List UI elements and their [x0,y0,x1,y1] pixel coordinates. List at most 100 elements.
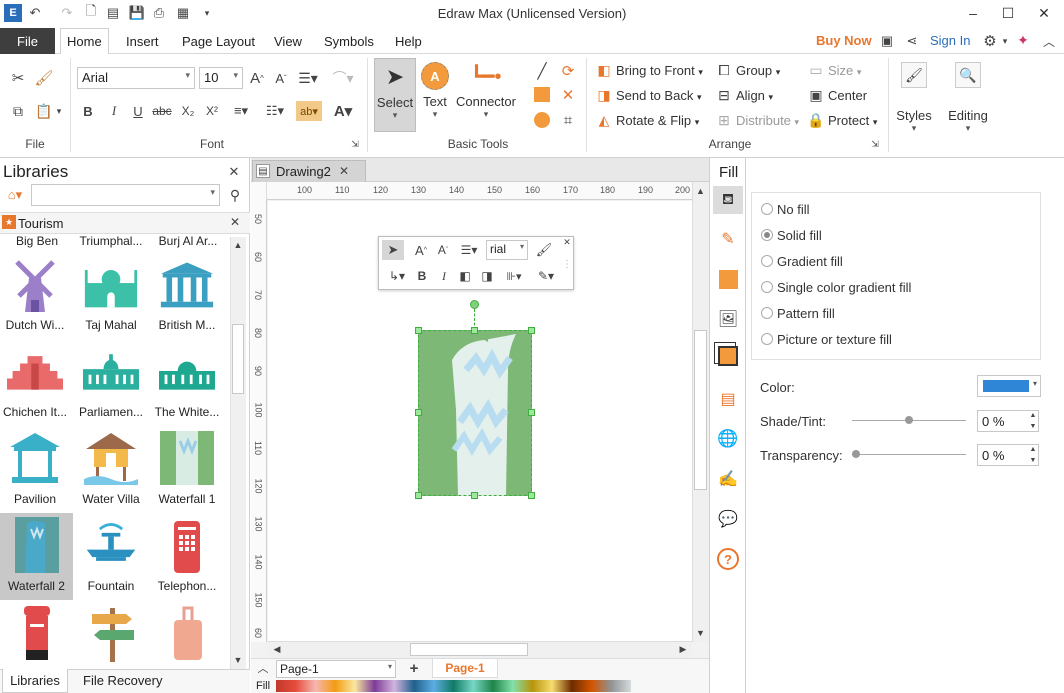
radio-solid-fill[interactable] [761,229,773,241]
shrink-font-icon[interactable]: Aˇ [434,240,452,260]
document-list-icon[interactable]: ▤ [715,386,741,412]
distribute-button[interactable]: Distribute ▾ [736,113,799,128]
pointer-icon[interactable]: ➤ [382,240,404,260]
fill-option-pattern-fill[interactable] [761,307,773,319]
library-shape-fountain[interactable]: Fountain [76,517,146,593]
library-shape-waterfall-1[interactable]: Waterfall 1 [152,430,222,506]
resize-handle[interactable] [415,327,422,334]
distribute-icon[interactable]: ⊪▾ [502,266,526,286]
line-tool-icon[interactable]: ╱ [532,62,552,80]
line-pen-icon[interactable]: ✎ [715,226,741,252]
center-button[interactable]: Center [828,88,867,103]
fill-option-no-fill[interactable] [761,203,773,215]
page-select[interactable]: Page-1 ▾ [276,660,396,678]
canvas-horizontal-scrollbar-thumb[interactable] [410,643,528,656]
library-shape-water-villa[interactable]: Water Villa [76,430,146,506]
rotate-flip-button[interactable]: Rotate & Flip ▾ [616,113,699,128]
cart-icon[interactable]: ▣ [878,32,896,50]
bring-to-front-button[interactable]: Bring to Front ▾ [616,63,703,78]
bold-icon[interactable]: B [80,101,96,121]
settings-gear-icon[interactable]: ⚙ [980,31,1000,51]
library-shape-signpost[interactable] [88,604,138,662]
library-shape-chichen-itza[interactable]: Chichen It... [0,343,70,419]
color-picker[interactable]: ▾ [977,375,1041,397]
fill-option-solid-fill[interactable] [761,229,773,241]
add-page-icon[interactable]: + [406,660,422,677]
group-icon[interactable]: ◧ [456,266,474,286]
scroll-up-icon[interactable]: ▲ [231,238,245,252]
arc-tool-icon[interactable]: ⟳ [558,62,578,80]
close-document-icon[interactable]: ✕ [338,164,350,178]
library-shape-white-house[interactable]: The White... [152,343,222,419]
tab-libraries[interactable]: Libraries [2,669,68,693]
font-size-select[interactable]: 10 ▾ [199,67,243,89]
strikethrough-icon[interactable]: abc [152,101,172,121]
minimize-icon[interactable]: – [955,2,991,24]
library-shape-parliament[interactable]: Parliamen... [76,343,146,419]
radio-single-color-gradient[interactable] [761,281,773,293]
library-scrollbar-thumb[interactable] [232,324,244,394]
scroll-down-icon[interactable]: ▼ [231,653,245,667]
size-button[interactable]: Size ▾ [828,63,861,78]
scroll-up-icon[interactable]: ▲ [693,184,708,198]
resize-handle[interactable] [471,327,478,334]
superscript-icon[interactable]: X² [204,101,220,121]
radio-gradient-fill[interactable] [761,255,773,267]
tab-page-layout[interactable]: Page Layout [176,28,261,54]
library-shape-mailbox[interactable] [20,604,54,662]
paste-icon[interactable]: 📋 [34,101,54,121]
resize-handle[interactable] [528,327,535,334]
library-shape-waterfall-2[interactable]: Waterfall 2 [0,513,73,600]
tab-home[interactable]: Home [60,28,109,55]
close-mini-toolbar-icon[interactable]: ✕ [562,237,572,247]
fill-option-picture-texture[interactable] [761,333,773,345]
library-shape-luggage[interactable] [172,604,204,662]
italic-icon[interactable]: I [436,266,452,286]
align-text-icon[interactable]: ☰▾ [297,68,319,88]
library-scrollbar[interactable] [230,237,246,669]
subscript-icon[interactable]: X₂ [180,101,196,121]
fill-bucket-icon[interactable]: ⛾ [713,186,743,214]
group-button[interactable]: Group ▾ [736,63,780,78]
scroll-left-icon[interactable]: ◀ [270,643,284,656]
crop-tool-icon[interactable]: ⌗ [558,111,578,129]
spin-down-icon[interactable]: ▼ [1026,455,1040,466]
fill-option-single-color-gradient[interactable] [761,281,773,293]
library-shape-dutch-windmill[interactable]: Dutch Wi... [0,256,70,332]
search-icon[interactable]: ⚲ [226,186,244,204]
arrange-dialog-launcher-icon[interactable]: ⇲ [870,139,880,149]
align-text-icon[interactable]: ☰▾ [457,240,481,260]
resize-handle[interactable] [528,492,535,499]
send-to-back-button[interactable]: Send to Back ▾ [616,88,701,103]
resize-handle[interactable] [528,409,535,416]
shadow-square-icon[interactable] [719,270,738,289]
collapse-up-icon[interactable]: ︿ [256,661,270,675]
shrink-font-icon[interactable]: Aˇ [272,68,290,88]
tab-help[interactable]: Help [389,28,428,54]
italic-icon[interactable]: I [106,101,122,121]
transparency-slider[interactable] [852,454,966,455]
grow-font-icon[interactable]: A ^ [248,68,266,88]
close-icon[interactable]: ✕ [1026,2,1062,24]
cross-tool-icon[interactable]: ✕ [558,86,578,104]
line-spacing-icon[interactable]: ≡▾ [228,101,254,121]
copy-icon[interactable]: ⧉ [8,101,28,121]
page-tab-active[interactable]: Page-1 [432,659,498,678]
paste-dropdown-icon[interactable]: ▾ [54,104,64,118]
ellipse-tool-icon[interactable] [534,112,550,128]
note-icon[interactable]: ✍ [715,466,741,492]
home-library-icon[interactable]: ⌂▾ [2,186,28,204]
radio-no-fill[interactable] [761,203,773,215]
rectangle-tool-icon[interactable] [534,87,550,102]
scroll-right-icon[interactable]: ▶ [676,643,690,656]
buy-now-link[interactable]: Buy Now [816,33,872,48]
transparency-slider-handle[interactable] [852,450,860,458]
color-palette-swatches[interactable] [276,680,631,692]
scroll-down-icon[interactable]: ▼ [693,626,708,640]
tab-insert[interactable]: Insert [120,28,165,54]
resize-handle[interactable] [415,492,422,499]
spin-up-icon[interactable]: ▲ [1026,444,1040,455]
close-libraries-icon[interactable]: ✕ [226,164,242,180]
collapse-ribbon-icon[interactable]: ︿ [1040,32,1058,50]
library-shape-pavilion[interactable]: Pavilion [0,430,70,506]
